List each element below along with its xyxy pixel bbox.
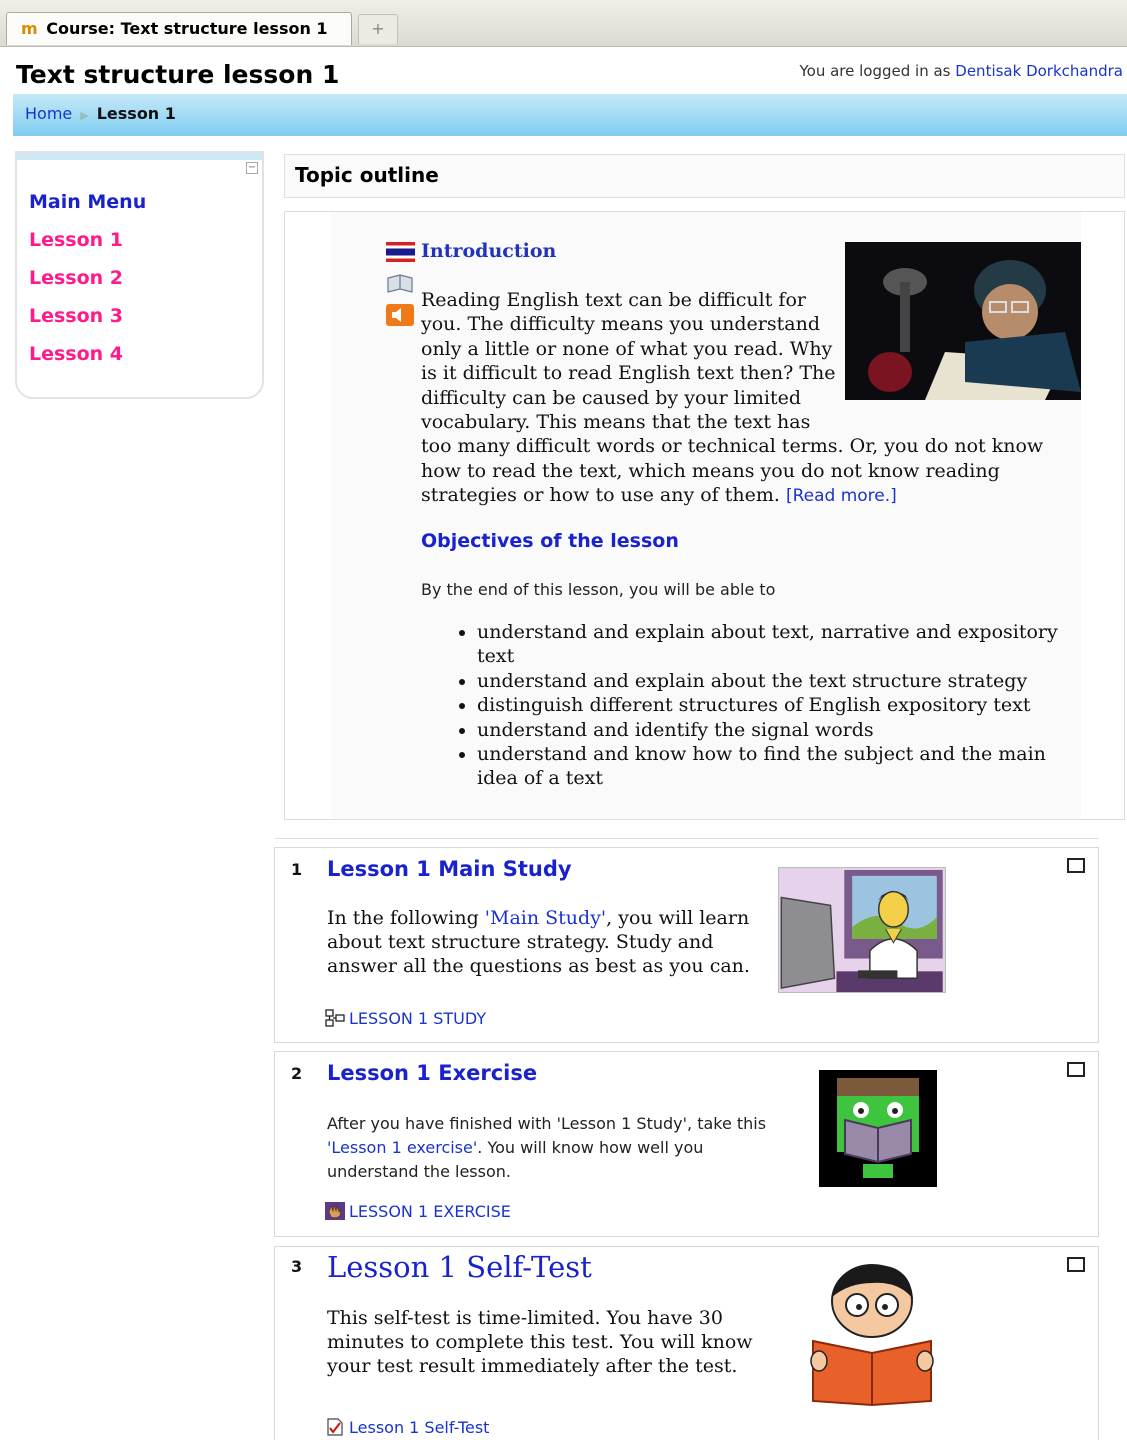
sidebar-item-lesson-4[interactable]: Lesson 4 bbox=[29, 343, 146, 381]
lesson-structure-icon bbox=[325, 1009, 345, 1027]
objective-item: understand and identify the signal words bbox=[477, 718, 1081, 742]
section-summary: After you have finished with 'Lesson 1 S… bbox=[327, 1112, 797, 1184]
resource-label: LESSON 1 STUDY bbox=[349, 1009, 487, 1028]
section-3: 3 Lesson 1 Self-Test This self-test is t… bbox=[274, 1246, 1099, 1440]
objective-item: distinguish different structures of Engl… bbox=[477, 693, 1081, 717]
collapse-block-icon[interactable]: − bbox=[246, 162, 258, 174]
user-profile-link[interactable]: Dentisak Dorkchandra bbox=[955, 62, 1123, 80]
main-menu-block: − Main Menu Lesson 1 Lesson 2 Lesson 3 L… bbox=[15, 151, 264, 399]
lesson-1-exercise-link[interactable]: 'Lesson 1 exercise' bbox=[327, 1138, 477, 1157]
student-computer-image bbox=[778, 867, 946, 993]
resource-label: LESSON 1 EXERCISE bbox=[349, 1202, 511, 1221]
navbar: Home ▶ Lesson 1 bbox=[13, 94, 1127, 136]
sidebar-item-lesson-1[interactable]: Lesson 1 bbox=[29, 229, 146, 267]
objectives-list: understand and explain about text, narra… bbox=[421, 620, 1081, 791]
objective-item: understand and explain about text, narra… bbox=[477, 620, 1081, 669]
objectives-intro: By the end of this lesson, you will be a… bbox=[421, 580, 776, 599]
lesson-1-self-test-link[interactable]: Lesson 1 Self-Test bbox=[325, 1418, 489, 1437]
section-1: 1 Lesson 1 Main Study In the following '… bbox=[274, 847, 1099, 1043]
block-header-bar bbox=[17, 153, 262, 160]
boy-reading-book-image bbox=[810, 1264, 934, 1407]
section-number: 3 bbox=[291, 1257, 303, 1276]
thai-flag-icon bbox=[386, 242, 415, 262]
sidebar-item-lesson-3[interactable]: Lesson 3 bbox=[29, 305, 146, 343]
breadcrumb-separator-icon: ▶ bbox=[80, 109, 89, 122]
hand-icon bbox=[325, 1202, 345, 1220]
login-info: You are logged in as Dentisak Dorkchandr… bbox=[799, 62, 1123, 80]
green-reader-image bbox=[819, 1070, 937, 1187]
breadcrumb-current: Lesson 1 bbox=[96, 104, 176, 123]
lesson-1-study-link[interactable]: LESSON 1 STUDY bbox=[325, 1009, 486, 1028]
section-number: 1 bbox=[291, 860, 303, 879]
browser-tab-title: Course: Text structure lesson 1 bbox=[46, 19, 328, 38]
section-title[interactable]: Lesson 1 Exercise bbox=[327, 1061, 537, 1085]
sidebar-item-main-menu[interactable]: Main Menu bbox=[29, 191, 146, 229]
lesson-1-exercise-resource-link[interactable]: LESSON 1 EXERCISE bbox=[325, 1202, 511, 1221]
topic-summary-box: Introduction Reading English text can be… bbox=[284, 211, 1125, 820]
introduction-text: Reading English text can be difficult fo… bbox=[421, 288, 1081, 509]
book-icon[interactable] bbox=[386, 274, 414, 294]
moodle-icon: m bbox=[21, 19, 38, 38]
objective-item: understand and know how to find the subj… bbox=[477, 742, 1081, 791]
quiz-check-icon bbox=[327, 1418, 343, 1436]
section-summary: This self-test is time-limited. You have… bbox=[327, 1306, 787, 1378]
sections-divider bbox=[275, 838, 1099, 839]
resource-label: Lesson 1 Self-Test bbox=[349, 1418, 490, 1437]
read-more-link[interactable]: [Read more.] bbox=[786, 486, 897, 506]
summary-text-before: After you have finished with 'Lesson 1 S… bbox=[327, 1114, 767, 1133]
new-tab-button[interactable]: + bbox=[358, 14, 398, 44]
summary-text-before: This bbox=[327, 1307, 374, 1329]
highlight-checkbox[interactable] bbox=[1067, 1062, 1085, 1077]
page-title: Text structure lesson 1 bbox=[16, 60, 340, 89]
self-test-link[interactable]: self-test bbox=[374, 1307, 450, 1329]
introduction-title[interactable]: Introduction bbox=[421, 240, 556, 262]
main-study-link[interactable]: 'Main Study' bbox=[485, 907, 606, 929]
sidebar-item-lesson-2[interactable]: Lesson 2 bbox=[29, 267, 146, 305]
section-summary: In the following 'Main Study', you will … bbox=[327, 906, 767, 978]
section-number: 2 bbox=[291, 1064, 303, 1083]
section-title[interactable]: Lesson 1 Main Study bbox=[327, 857, 572, 881]
breadcrumb-home-link[interactable]: Home bbox=[25, 104, 72, 123]
login-prefix: You are logged in as bbox=[799, 62, 951, 80]
browser-tab[interactable]: m Course: Text structure lesson 1 bbox=[6, 12, 352, 45]
highlight-checkbox[interactable] bbox=[1067, 858, 1085, 873]
summary-text-before: In the following bbox=[327, 907, 485, 929]
highlight-checkbox[interactable] bbox=[1067, 1257, 1085, 1272]
speaker-icon[interactable] bbox=[386, 304, 414, 326]
breadcrumb: Home ▶ Lesson 1 bbox=[25, 104, 176, 123]
sidebar-menu: Main Menu Lesson 1 Lesson 2 Lesson 3 Les… bbox=[29, 191, 146, 381]
topic-summary-inner: Introduction Reading English text can be… bbox=[331, 212, 1081, 819]
objective-item: understand and explain about the text st… bbox=[477, 669, 1081, 693]
objectives-title: Objectives of the lesson bbox=[421, 530, 679, 552]
browser-tab-bar: m Course: Text structure lesson 1 + bbox=[0, 0, 1127, 47]
section-title[interactable]: Lesson 1 Self-Test bbox=[327, 1250, 592, 1284]
section-2: 2 Lesson 1 Exercise After you have finis… bbox=[274, 1051, 1099, 1237]
topic-outline-header: Topic outline bbox=[284, 154, 1125, 198]
